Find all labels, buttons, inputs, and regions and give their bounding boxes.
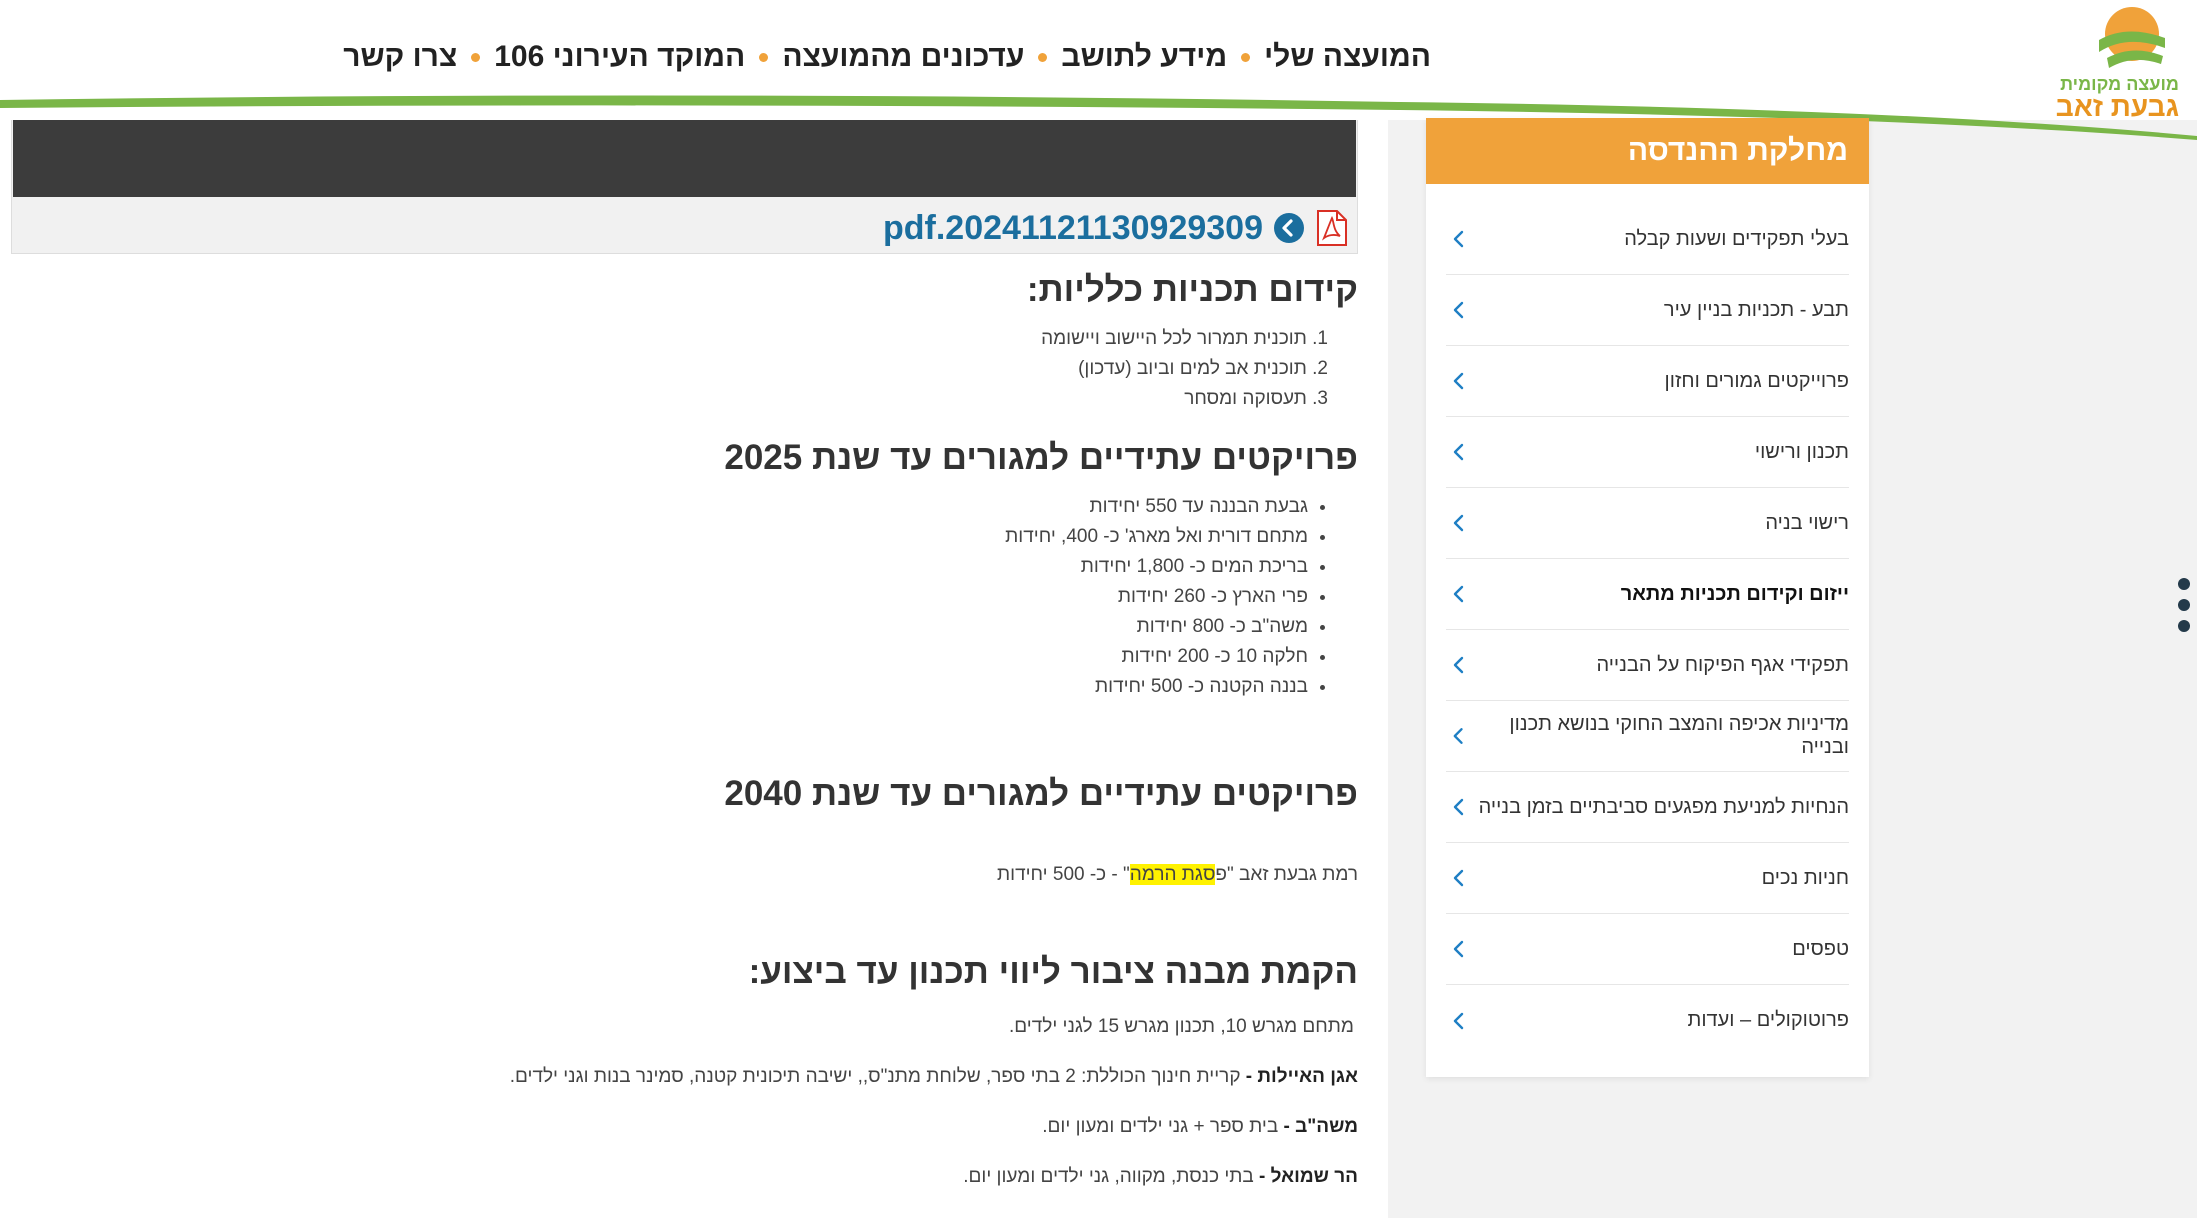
nav-hotline-106[interactable]: המוקד העירוני 106 xyxy=(494,40,745,74)
sidebar-item-label: ייזום וקידום תכניות מתאר xyxy=(1620,582,1849,605)
list-item: 3. תעסוקה ומסחר xyxy=(1184,388,1328,409)
sidebar-menu: בעלי תפקידים ושעות קבלה תבע - תכניות בני… xyxy=(1426,184,1869,1056)
projects-2025-list: גבעת הבננה עד 550 יחידות מתחם דורית ואל … xyxy=(11,492,1328,702)
chevron-left-icon xyxy=(1453,372,1464,390)
nav-separator-dot xyxy=(759,52,769,62)
chevron-left-icon xyxy=(1453,443,1464,461)
sidebar-item-committee-protocols[interactable]: פרוטוקולים – ועדות xyxy=(1446,985,1849,1056)
sidebar-item-label: הנחיות למניעת מפגעים סביבתיים בזמן בנייה xyxy=(1478,795,1849,818)
sidebar-item-label: פרוייקטים גמורים וחזון xyxy=(1664,369,1849,392)
highlighted-year: 2040 xyxy=(724,774,803,813)
sidebar-item-label: תפקידי אגף הפיקוח על הבנייה xyxy=(1596,653,1849,676)
public-building-heading: הקמת מבנה ציבור ליווי תכנון עד ביצוע: xyxy=(748,952,1358,991)
sidebar-item-staff-hours[interactable]: בעלי תפקידים ושעות קבלה xyxy=(1446,204,1849,275)
sidebar-item-completed-projects[interactable]: פרוייקטים גמורים וחזון xyxy=(1446,346,1849,417)
line-text: קריית חינוך הכוללת: 2 בתי ספר, שלוחת מתנ… xyxy=(509,1066,1241,1087)
list-item: חלקה 10 כ- 200 יחידות xyxy=(11,642,1309,672)
line-bold-label: משה"ב - xyxy=(1278,1116,1358,1137)
list-item: 1. תוכנית תמרור לכל היישוב ויישומה xyxy=(1041,328,1328,349)
chevron-left-icon xyxy=(1453,656,1464,674)
main-content: קידום תכניות כלליות: 1. תוכנית תמרור לכל… xyxy=(11,270,1358,1190)
line-bold-label: אגן האיילות - xyxy=(1240,1066,1358,1087)
sidebar-item-disabled-parking[interactable]: חניות נכים xyxy=(1446,843,1849,914)
public-building-line: הר שמואל - בתי כנסת, מקווה, גני ילדים ומ… xyxy=(11,1164,1358,1190)
sidebar-item-label: חניות נכים xyxy=(1761,866,1849,889)
nav-separator-dot xyxy=(1241,52,1251,62)
sidebar-item-inspection-roles[interactable]: תפקידי אגף הפיקוח על הבנייה xyxy=(1446,630,1849,701)
nav-council-updates[interactable]: עדכונים מהמועצה xyxy=(782,40,1024,74)
nav-resident-info[interactable]: מידע לתושב xyxy=(1061,40,1227,74)
sidebar-item-planning-licensing[interactable]: תכנון ורישוי xyxy=(1446,417,1849,488)
list-item: בריכת המים כ- 1,800 יחידות xyxy=(11,552,1308,582)
chevron-left-icon xyxy=(1453,728,1463,744)
chevron-left-icon xyxy=(1453,798,1464,816)
sidebar-item-label: רישוי בניה xyxy=(1765,511,1849,534)
chevron-left-icon xyxy=(1453,869,1464,887)
logo-sun-icon xyxy=(2099,7,2165,68)
sidebar-item-label: טפסים xyxy=(1792,937,1849,960)
sidebar-item-environmental-guidelines[interactable]: הנחיות למניעת מפגעים סביבתיים בזמן בנייה xyxy=(1446,772,1849,843)
projects-2040-heading: פרויקטים עתידיים למגורים עד שנת 2040 xyxy=(11,774,1358,814)
nav-my-council[interactable]: המועצה שלי xyxy=(1264,40,1431,74)
line-bold-label: הר שמואל - xyxy=(1253,1166,1358,1187)
general-plans-heading: קידום תכניות כלליות: xyxy=(1026,270,1358,309)
projects-2040-line: רמת גבעת זאב "פסגת הרמה" - כ- 500 יחידות xyxy=(11,862,1358,888)
sidebar-item-city-plans[interactable]: תבע - תכניות בניין עיר xyxy=(1446,275,1849,346)
public-building-line: משה"ב - בית ספר + גני ילדים ומעון יום. xyxy=(11,1114,1358,1140)
list-item: משה"ב כ- 800 יחידות xyxy=(11,612,1308,642)
chevron-left-icon xyxy=(1453,1012,1464,1029)
sidebar-item-label: בעלי תפקידים ושעות קבלה xyxy=(1624,227,1849,250)
pdf-file-row: pdf.20241121130929309 xyxy=(883,206,1349,250)
line-text: מתחם מגרש 10, תכנון מגרש 15 לגני ילדים. xyxy=(1009,1016,1354,1037)
sidebar-item-label: מדיניות אכיפה והמצב החוקי בנושא תכנון וב… xyxy=(1509,713,1849,758)
list-item: 2. תוכנית אב למים וביוב (עדכון) xyxy=(1078,358,1328,379)
chevron-left-icon xyxy=(1453,301,1464,319)
nav-separator-dot xyxy=(471,52,481,62)
pdf-file-link[interactable]: pdf.20241121130929309 xyxy=(883,209,1263,248)
section-dot[interactable] xyxy=(2178,578,2190,590)
list-item: מתחם דורית ואל מארג' כ- 400, יחידות xyxy=(11,522,1308,552)
nav-separator-dot xyxy=(1038,52,1048,62)
page-section-dots[interactable] xyxy=(2178,578,2190,632)
highlighted-text: סגת הרמה xyxy=(1129,864,1216,885)
sidebar-item-building-license[interactable]: רישוי בניה xyxy=(1446,488,1849,559)
section-dot[interactable] xyxy=(2178,599,2190,611)
sidebar-item-label: תבע - תכניות בניין עיר xyxy=(1663,298,1849,321)
projects-2040-heading-text: פרויקטים עתידיים למגורים עד שנת xyxy=(802,774,1358,813)
chevron-left-icon xyxy=(1453,585,1464,603)
sidebar-item-label: תכנון ורישוי xyxy=(1754,440,1849,463)
list-item: גבעת הבננה עד 550 יחידות xyxy=(11,492,1308,522)
sidebar-item-enforcement-policy[interactable]: מדיניות אכיפה והמצב החוקי בנושא תכנון וב… xyxy=(1446,701,1849,772)
line-text-post: " - כ- 500 יחידות xyxy=(997,864,1130,885)
general-plans-list: 1. תוכנית תמרור לכל היישוב ויישומה 2. תו… xyxy=(11,324,1328,414)
projects-2025-heading: פרויקטים עתידיים למגורים עד שנת 2025 xyxy=(724,438,1358,477)
sidebar-item-master-plans[interactable]: ייזום וקידום תכניות מתאר xyxy=(1446,559,1849,630)
chevron-left-icon xyxy=(1453,940,1464,958)
pdf-file-icon xyxy=(1317,210,1347,246)
list-item: בננה הקטנה כ- 500 יחידות xyxy=(11,672,1308,702)
engineering-sidebar: מחלקת ההנדסה בעלי תפקידים ושעות קבלה תבע… xyxy=(1426,118,1869,1077)
main-nav: המועצה שלי מידע לתושב עדכונים מהמועצה המ… xyxy=(343,40,1431,74)
line-text: בית ספר + גני ילדים ומעון יום. xyxy=(1042,1116,1279,1137)
sidebar-item-forms[interactable]: טפסים xyxy=(1446,914,1849,985)
chevron-left-icon xyxy=(1453,514,1464,532)
public-building-line: אגן האיילות - קריית חינוך הכוללת: 2 בתי … xyxy=(11,1064,1358,1090)
chevron-circle-icon[interactable] xyxy=(1273,212,1305,244)
chevron-left-icon xyxy=(1453,230,1464,248)
line-text-pre: רמת גבעת זאב "פ xyxy=(1215,864,1358,885)
list-item: פרי הארץ כ- 260 יחידות xyxy=(11,582,1308,612)
public-building-line: מתחם מגרש 10, תכנון מגרש 15 לגני ילדים. xyxy=(11,1014,1354,1040)
nav-contact-us[interactable]: צרו קשר xyxy=(343,40,457,74)
sidebar-item-label: פרוטוקולים – ועדות xyxy=(1687,1009,1849,1031)
line-text: בתי כנסת, מקווה, גני ילדים ומעון יום. xyxy=(963,1166,1254,1187)
section-dot[interactable] xyxy=(2178,620,2190,632)
sidebar-title: מחלקת ההנדסה xyxy=(1426,118,1869,184)
